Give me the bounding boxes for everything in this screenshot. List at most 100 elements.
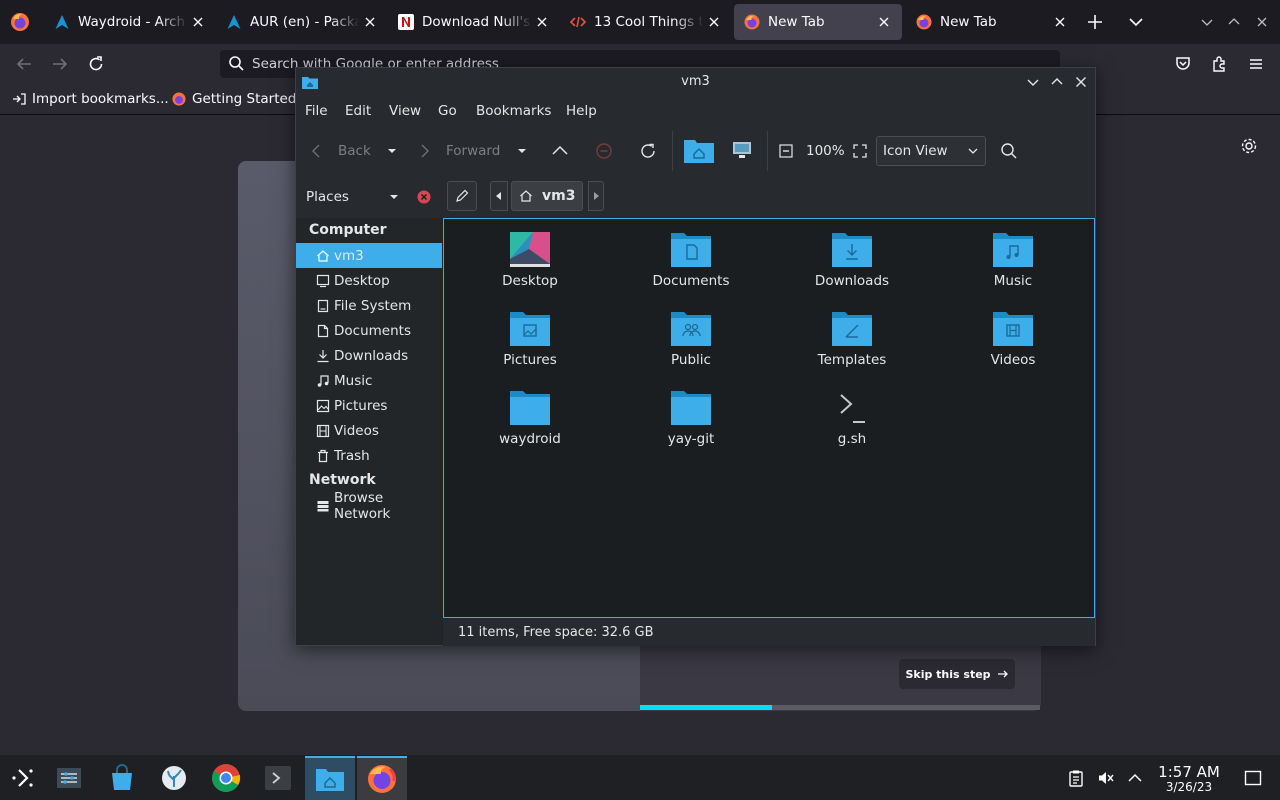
file-item-templates[interactable]: Templates [782, 308, 922, 368]
forward-arrow-icon[interactable] [51, 55, 69, 73]
digital-clock[interactable]: 1:57 AM 3/26/23 [1152, 764, 1226, 794]
places-item-desktop[interactable]: Desktop [296, 268, 442, 293]
menu-hamburger-icon[interactable] [1247, 55, 1265, 73]
back-arrow-icon[interactable] [15, 55, 33, 73]
menu-help[interactable]: Help [566, 103, 597, 119]
places-item-documents[interactable]: Documents [296, 318, 442, 343]
taskbar-discover[interactable] [99, 756, 145, 800]
file-item-downloads[interactable]: Downloads [782, 229, 922, 289]
close-icon[interactable] [706, 14, 722, 30]
tab-waydroid[interactable]: Waydroid - ArchWiki [44, 0, 216, 44]
breadcrumb-right-arrow[interactable] [588, 181, 604, 211]
tab-nulls-brawl[interactable]: Download Null's Brawl [388, 0, 560, 44]
places-item-videos[interactable]: Videos [296, 418, 442, 443]
places-item-music[interactable]: Music [296, 368, 442, 393]
close-icon[interactable] [362, 14, 378, 30]
close-icon[interactable] [1073, 74, 1089, 90]
file-item-videos[interactable]: Videos [943, 308, 1083, 368]
maximize-icon[interactable] [1049, 74, 1065, 90]
back-dropdown-icon[interactable] [386, 145, 398, 157]
breadcrumb-home-segment[interactable]: vm3 [511, 181, 583, 211]
show-desktop-icon[interactable] [1244, 769, 1262, 787]
forward-button[interactable]: Forward [446, 143, 500, 159]
taskbar-chrome[interactable] [203, 756, 249, 800]
close-window-icon[interactable] [1254, 14, 1270, 30]
maximize-icon[interactable] [1226, 14, 1242, 30]
tab-new-tab[interactable]: New Tab [906, 0, 1078, 44]
list-all-tabs-chevron-icon[interactable] [1127, 13, 1145, 31]
places-item-browse-network[interactable]: Browse Network [296, 490, 442, 522]
file-item-label: Documents [652, 273, 730, 289]
reload-icon[interactable] [639, 142, 657, 160]
menu-bookmarks[interactable]: Bookmarks [476, 103, 551, 119]
pocket-icon[interactable] [1174, 55, 1192, 73]
settings-gear-icon[interactable] [1240, 137, 1258, 155]
file-item-g-sh[interactable]: g.sh [782, 387, 922, 447]
file-item-waydroid[interactable]: waydroid [460, 387, 600, 447]
close-icon[interactable] [1052, 14, 1068, 30]
taskbar-firefox-active[interactable] [357, 756, 407, 800]
tab-aur[interactable]: AUR (en) - Packages [216, 0, 388, 44]
view-mode-select[interactable]: Icon View [876, 136, 986, 166]
code-icon [570, 14, 586, 30]
extensions-icon[interactable] [1210, 55, 1228, 73]
volume-muted-icon[interactable] [1097, 769, 1115, 787]
search-icon[interactable] [1000, 142, 1018, 160]
places-item-label: Desktop [334, 272, 390, 289]
import-bookmarks-link[interactable]: Import bookmarks... [12, 88, 169, 110]
zoom-in-icon[interactable] [852, 143, 868, 159]
tab-cool-things[interactable]: 13 Cool Things to Do [560, 0, 732, 44]
file-item-documents[interactable]: Documents [621, 229, 761, 289]
skip-step-button[interactable]: Skip this step [899, 659, 1015, 689]
places-item-pictures[interactable]: Pictures [296, 393, 442, 418]
back-chevron-icon[interactable] [308, 143, 324, 159]
places-item-file-system[interactable]: File System [296, 293, 442, 318]
menu-file[interactable]: File [305, 103, 328, 119]
reload-icon[interactable] [87, 55, 105, 73]
forward-chevron-icon[interactable] [417, 143, 433, 159]
go-up-icon[interactable] [551, 142, 569, 160]
system-tray-expand-icon[interactable] [1126, 769, 1144, 787]
clock-date: 3/26/23 [1165, 780, 1213, 794]
places-item-downloads[interactable]: Downloads [296, 343, 442, 368]
new-tab-plus-icon[interactable] [1086, 13, 1104, 31]
file-item-music[interactable]: Music [943, 229, 1083, 289]
taskbar-flatseal[interactable] [151, 756, 197, 800]
close-panel-icon[interactable] [416, 189, 432, 205]
back-button[interactable]: Back [338, 143, 371, 159]
places-item-home[interactable]: vm3 [296, 243, 442, 268]
tab-new-tab-active[interactable]: New Tab [734, 4, 902, 40]
terminal-icon [265, 766, 291, 790]
menu-edit[interactable]: Edit [345, 103, 371, 119]
close-icon[interactable] [190, 14, 206, 30]
home-folder-icon[interactable] [683, 136, 715, 164]
close-icon[interactable] [534, 14, 550, 30]
taskbar-dolphin-active[interactable] [305, 756, 355, 800]
zoom-out-icon[interactable] [778, 143, 794, 159]
places-item-trash[interactable]: Trash [296, 443, 442, 468]
breadcrumb-left-arrow[interactable] [490, 181, 508, 211]
menu-go[interactable]: Go [438, 103, 457, 119]
stop-icon[interactable] [595, 142, 613, 160]
places-menu-dropdown-icon[interactable] [388, 191, 400, 203]
close-icon[interactable] [876, 14, 892, 30]
file-item-public[interactable]: Public [621, 308, 761, 368]
menu-view[interactable]: View [389, 103, 421, 119]
home-icon [317, 249, 329, 262]
getting-started-bookmark[interactable]: Getting Started [172, 88, 296, 110]
edit-location-button[interactable] [447, 181, 477, 211]
clipboard-icon[interactable] [1067, 769, 1085, 787]
firefox-view-icon[interactable] [10, 12, 30, 32]
file-item-pictures[interactable]: Pictures [460, 308, 600, 368]
file-item-yay-git[interactable]: yay-git [621, 387, 761, 447]
taskbar-konsole[interactable] [255, 756, 301, 800]
minimize-icon[interactable] [1025, 74, 1041, 90]
computer-icon[interactable] [731, 139, 753, 161]
taskbar-system-settings[interactable] [46, 756, 92, 800]
minimize-icon[interactable] [1199, 14, 1215, 30]
file-item-desktop[interactable]: Desktop [460, 229, 600, 289]
dolphin-titlebar[interactable]: vm3 [296, 68, 1095, 96]
application-launcher[interactable] [0, 756, 46, 800]
forward-dropdown-icon[interactable] [516, 145, 528, 157]
places-heading-computer: Computer [309, 222, 387, 238]
